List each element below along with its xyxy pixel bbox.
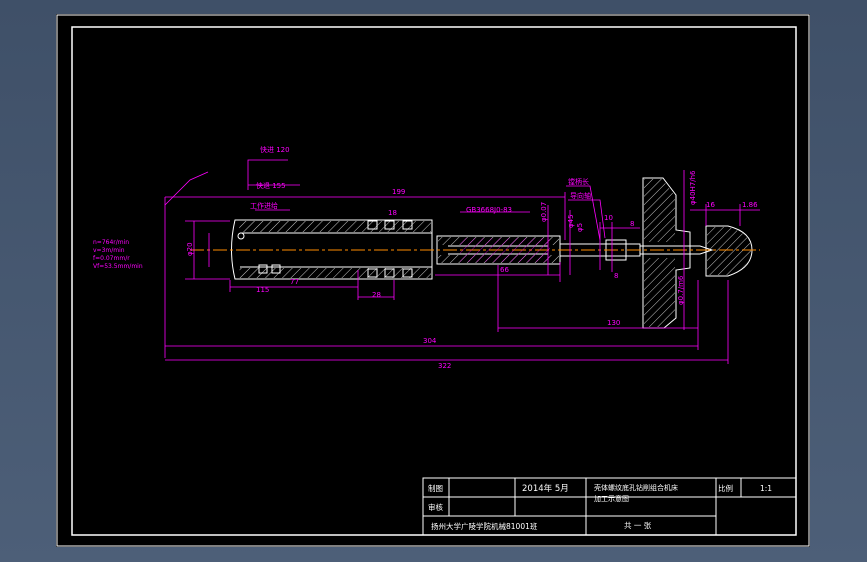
- dim-dia45: φ45: [567, 214, 575, 228]
- dim-dia40: φ40H7/h6: [689, 170, 697, 205]
- label-work-feed: 工作进给: [250, 201, 278, 210]
- cut-param-v: v=3m/min: [93, 247, 125, 254]
- dim-dia007: φ0.07: [540, 202, 548, 222]
- tb-review-label: 审核: [428, 502, 443, 512]
- dim-dia5: φ5: [576, 223, 584, 232]
- dim-10: 10: [604, 214, 613, 222]
- tb-title-2: 加工示意图: [594, 494, 629, 503]
- dim-322: 322: [438, 362, 451, 370]
- drawing-canvas: 199 304 322 130 77 115 28 66 8 16 1.86 1…: [56, 14, 810, 547]
- cut-param-vf: Vf=53.5mm/min: [93, 263, 143, 270]
- tb-scale-label: 比例: [718, 483, 733, 493]
- label-tool-length: 镗柄长: [568, 177, 589, 186]
- tool-section-hatch: [460, 238, 550, 262]
- dim-8: 8: [630, 220, 634, 228]
- label-fast-back: 快退 155: [256, 181, 286, 190]
- dim-28: 28: [372, 291, 381, 299]
- dim-199: 199: [392, 188, 405, 196]
- tb-drawn-label: 制图: [428, 483, 443, 493]
- tb-sheet: 共 一 张: [624, 521, 652, 530]
- dim-66: 66: [500, 266, 509, 274]
- cut-param-f: f=0.07mm/r: [93, 255, 130, 262]
- dim-130: 130: [607, 319, 620, 327]
- dim-304: 304: [423, 337, 437, 345]
- dim-dia20: φ20: [186, 242, 194, 256]
- label-standard: GB3668J0-83: [466, 206, 512, 214]
- dim-77: 77: [290, 278, 299, 286]
- dim-18: 18: [388, 209, 397, 217]
- dim-16: 16: [706, 201, 715, 209]
- dim-115: 115: [256, 286, 269, 294]
- dim-dia-b: φ0.7/m6: [677, 275, 685, 305]
- dim-1-86: 1.86: [742, 201, 758, 209]
- dim-8b: 8: [614, 272, 618, 280]
- tb-date: 2014年 5月: [522, 483, 569, 494]
- label-guide-shaft: 导向轴: [570, 191, 591, 200]
- cad-viewport[interactable]: 199 304 322 130 77 115 28 66 8 16 1.86 1…: [0, 0, 867, 562]
- tb-scale-value: 1:1: [760, 484, 772, 493]
- label-fast-forward: 快进 120: [260, 145, 290, 154]
- drawing-sheet: [56, 14, 810, 547]
- tb-school: 扬州大学广陵学院机械81001班: [431, 521, 538, 531]
- cut-param-n: n=764r/min: [93, 239, 129, 246]
- tb-title-1: 壳体螺纹底孔钻削组合机床: [594, 483, 678, 492]
